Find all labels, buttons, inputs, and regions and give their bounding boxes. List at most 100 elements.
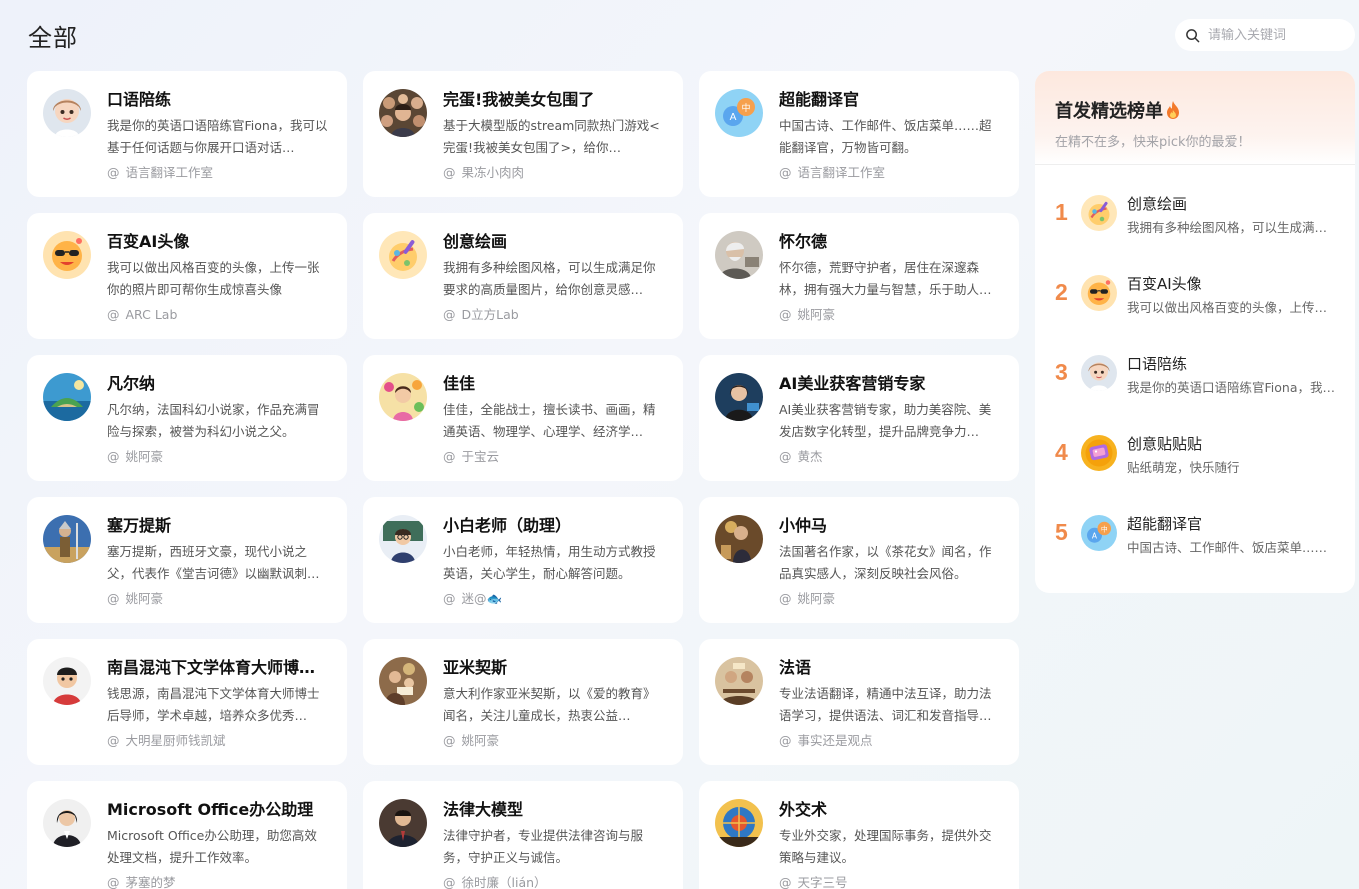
bot-name: 法语: [779, 658, 812, 677]
bot-card[interactable]: 口语陪练 我是你的英语口语陪练官Fiona，我可以基于任何话题与你展开口语对话… @…: [27, 71, 347, 197]
bot-card-body: 怀尔德 怀尔德，荒野守护者，居住在深邃森林，拥有强大力量与智慧，乐于助人… @ 姚阿豪: [779, 231, 1001, 325]
bot-author-name: 姚阿豪: [461, 733, 500, 748]
ranking-item-name: 口语陪练: [1127, 355, 1188, 373]
ranking-title: 首发精选榜单: [1055, 97, 1335, 123]
bot-card-body: 创意绘画我拥有多种绘图风格，可以生成满足你要求的高质量图片，给你创意灵感… @ D立…: [443, 231, 665, 325]
ranking-avatar: [1081, 435, 1117, 471]
old-man-avatar: [715, 231, 763, 279]
bot-card[interactable]: 佳佳 佳佳，全能战士，擅长读书、画画，精通英语、物理学、心理学、经济学… @ 于宝云: [363, 355, 683, 481]
bot-card[interactable]: 凡尔纳 凡尔纳，法国科幻小说家，作品充满冒险与探索，被誉为科幻小说之父。 @ 姚阿豪: [27, 355, 347, 481]
bot-card-grid: 口语陪练 我是你的英语口语陪练官Fiona，我可以基于任何话题与你展开口语对话… @…: [27, 71, 1019, 889]
bot-card-body: 佳佳 佳佳，全能战士，擅长读书、画画，精通英语、物理学、心理学、经济学… @ 于宝云: [443, 373, 665, 467]
bot-description: 专业外交家，处理国际事务，提供外交策略与建议。: [779, 828, 992, 865]
bot-card[interactable]: 完蛋!我被美女包围了 基于大模型版的stream同款热门游戏<完蛋!我被美女包围了…: [363, 71, 683, 197]
bot-author: @ 大明星厨师钱凯斌: [107, 731, 329, 751]
at-icon: @: [779, 875, 792, 889]
bot-description: 意大利作家亚米契斯，以《爱的教育》闻名，关注儿童成长，热衷公益…: [443, 686, 656, 723]
page-title: 全部: [28, 24, 78, 52]
diplomat-avatar: [715, 799, 763, 847]
bot-card[interactable]: 亚米契斯 意大利作家亚米契斯，以《爱的教育》闻名，关注儿童成长，热衷公益… @ 姚阿豪: [363, 639, 683, 765]
bot-card-body: 南昌混沌下文学体育大师博士… 钱思源，南昌混沌下文学体育大师博士后导师，学术卓越，…: [107, 657, 329, 751]
ranking-avatar: [1081, 195, 1117, 231]
sunglasses-face-avatar: [1081, 275, 1117, 311]
bot-avatar: [379, 799, 427, 847]
ranking-item[interactable]: 4 创意贴贴贴 贴纸萌宠，快乐随行: [1035, 429, 1355, 509]
ranking-item-name: 创意绘画: [1127, 195, 1188, 213]
bot-card[interactable]: 小仲马 法国著名作家，以《茶花女》闻名，作品真实感人，深刻反映社会风俗。 @ 姚阿豪: [699, 497, 1019, 623]
writer-avatar: [715, 515, 763, 563]
bot-avatar: [43, 373, 91, 421]
bot-description: AI美业获客营销专家，助力美容院、美发店数字化转型，提升品牌竞争力…: [779, 402, 992, 439]
bot-author: @ 姚阿豪: [107, 447, 329, 467]
at-icon: @: [443, 591, 456, 606]
bot-avatar: [379, 657, 427, 705]
bot-description: 我拥有多种绘图风格，可以生成满足你要求的高质量图片，给你创意灵感…: [443, 260, 656, 297]
bot-card[interactable]: 百变AI头像 我可以做出风格百变的头像，上传一张你的照片即可帮你生成惊喜头像 @ AR…: [27, 213, 347, 339]
bot-card[interactable]: 创意绘画我拥有多种绘图风格，可以生成满足你要求的高质量图片，给你创意灵感… @ D立…: [363, 213, 683, 339]
sticker-avatar: [1081, 435, 1117, 471]
bot-description: 怀尔德，荒野守护者，居住在深邃森林，拥有强大力量与智慧，乐于助人…: [779, 260, 992, 297]
ranking-item[interactable]: 2 百变AI头像我可以做出风格百变的头像，上传一张你的照片即可帮你生成: [1035, 269, 1355, 349]
ranking-item[interactable]: 1 创意绘画我拥有多种绘图风格，可以生成满足你要求的高质量图片: [1035, 189, 1355, 269]
bot-card-body: 外交术 专业外交家，处理国际事务，提供外交策略与建议。 @ 天字三号: [779, 799, 1001, 889]
bot-card[interactable]: 塞万提斯 塞万提斯，西班牙文豪，现代小说之父，代表作《堂吉诃德》以幽默讽刺… @ 姚阿…: [27, 497, 347, 623]
bot-card[interactable]: 怀尔德 怀尔德，荒野守护者，居住在深邃森林，拥有强大力量与智慧，乐于助人… @ 姚阿豪: [699, 213, 1019, 339]
bot-card[interactable]: 南昌混沌下文学体育大师博士… 钱思源，南昌混沌下文学体育大师博士后导师，学术卓越，…: [27, 639, 347, 765]
ranking-item-name: 创意贴贴贴: [1127, 435, 1203, 453]
bot-author: @ 迷@🐟: [443, 589, 665, 609]
reading-avatar: [379, 657, 427, 705]
bot-author: @ 天字三号: [779, 873, 1001, 889]
bot-card[interactable]: 法语 专业法语翻译，精通中法互译，助力法语学习，提供语法、词汇和发音指导… @ 事实还…: [699, 639, 1019, 765]
bot-author-name: 大明星厨师钱凯斌: [125, 733, 226, 748]
bot-description: 凡尔纳，法国科幻小说家，作品充满冒险与探索，被誉为科幻小说之父。: [107, 402, 320, 439]
bot-description: 小白老师，年轻热情，用生动方式教授英语，关心学生，耐心解答问题。: [443, 544, 656, 581]
at-icon: @: [443, 307, 456, 322]
bot-card[interactable]: AI美业获客营销专家 AI美业获客营销专家，助力美容院、美发店数字化转型，提升品牌…: [699, 355, 1019, 481]
rank-number: 3: [1055, 359, 1068, 385]
bot-author: @ 语言翻译工作室: [779, 163, 1001, 183]
bot-avatar: [715, 515, 763, 563]
ranking-avatar: [1081, 355, 1117, 391]
search-icon: [1186, 28, 1200, 42]
bot-card[interactable]: 小白老师（助理） 小白老师，年轻热情，用生动方式教授英语，关心学生，耐心解答问题。…: [363, 497, 683, 623]
translate-bubbles-avatar: A中: [715, 89, 763, 137]
bot-author-name: 姚阿豪: [797, 591, 836, 606]
bot-name: 法律大模型: [443, 800, 524, 819]
at-icon: @: [107, 875, 120, 889]
bot-author: @ D立方Lab: [443, 305, 665, 325]
bot-author: @ 姚阿豪: [443, 731, 665, 751]
bot-name: 佳佳: [443, 374, 476, 393]
bot-card-body: AI美业获客营销专家 AI美业获客营销专家，助力美容院、美发店数字化转型，提升品牌…: [779, 373, 1001, 467]
rank-number: 4: [1055, 439, 1068, 465]
bot-name: 创意绘画: [443, 232, 508, 251]
search-box[interactable]: [1175, 19, 1355, 51]
bot-description: 佳佳，全能战士，擅长读书、画画，精通英语、物理学、心理学、经济学…: [443, 402, 656, 439]
ranking-item-desc: 我是你的英语口语陪练官Fiona，我可以基于任何话题与你展开: [1127, 380, 1337, 395]
at-icon: @: [779, 449, 792, 464]
bot-author-name: ARC Lab: [125, 307, 178, 322]
rank-number: 1: [1055, 199, 1068, 225]
bot-card-body: 亚米契斯 意大利作家亚米契斯，以《爱的教育》闻名，关注儿童成长，热衷公益… @ 姚阿豪: [443, 657, 665, 751]
bot-avatar: [43, 515, 91, 563]
bot-avatar: [43, 799, 91, 847]
bot-author-name: 迷@🐟: [461, 591, 503, 606]
bot-card[interactable]: Microsoft Office办公助理 Microsoft Office办公助理…: [27, 781, 347, 889]
search-input[interactable]: [1208, 27, 1348, 43]
bot-card[interactable]: 外交术 专业外交家，处理国际事务，提供外交策略与建议。 @ 天字三号: [699, 781, 1019, 889]
ranking-item[interactable]: 5A中超能翻译官中国古诗、工作邮件、饭店菜单……超能翻译官，万物皆可翻。: [1035, 509, 1355, 589]
bot-card[interactable]: A 中超能翻译官 中国古诗、工作邮件、饭店菜单……超能翻译官，万物皆可翻。 @ 语言翻译…: [699, 71, 1019, 197]
bot-author-name: 徐时廉（lián）: [461, 875, 547, 889]
bot-description: 钱思源，南昌混沌下文学体育大师博士后导师，学术卓越，培养众多优秀…: [107, 686, 320, 723]
bot-avatar: [715, 373, 763, 421]
rank-number: 2: [1055, 279, 1068, 305]
ranking-item-desc: 我拥有多种绘图风格，可以生成满足你要求的高质量图片: [1127, 220, 1337, 235]
bot-card-body: 小仲马 法国著名作家，以《茶花女》闻名，作品真实感人，深刻反映社会风俗。 @ 姚阿豪: [779, 515, 1001, 609]
bot-avatar: [43, 657, 91, 705]
bot-author-name: 姚阿豪: [125, 449, 164, 464]
ranking-item-name: 超能翻译官: [1127, 515, 1203, 533]
bot-card[interactable]: 法律大模型 法律守护者，专业提供法律咨询与服务，守护正义与诚信。 @ 徐时廉（lián…: [363, 781, 683, 889]
ranking-item[interactable]: 3 口语陪练我是你的英语口语陪练官Fiona，我可以基于任何话题与你展开: [1035, 349, 1355, 429]
bot-description: 我是你的英语口语陪练官Fiona，我可以基于任何话题与你展开口语对话…: [107, 118, 328, 155]
at-icon: @: [443, 733, 456, 748]
bot-name: Microsoft Office办公助理: [107, 800, 314, 819]
